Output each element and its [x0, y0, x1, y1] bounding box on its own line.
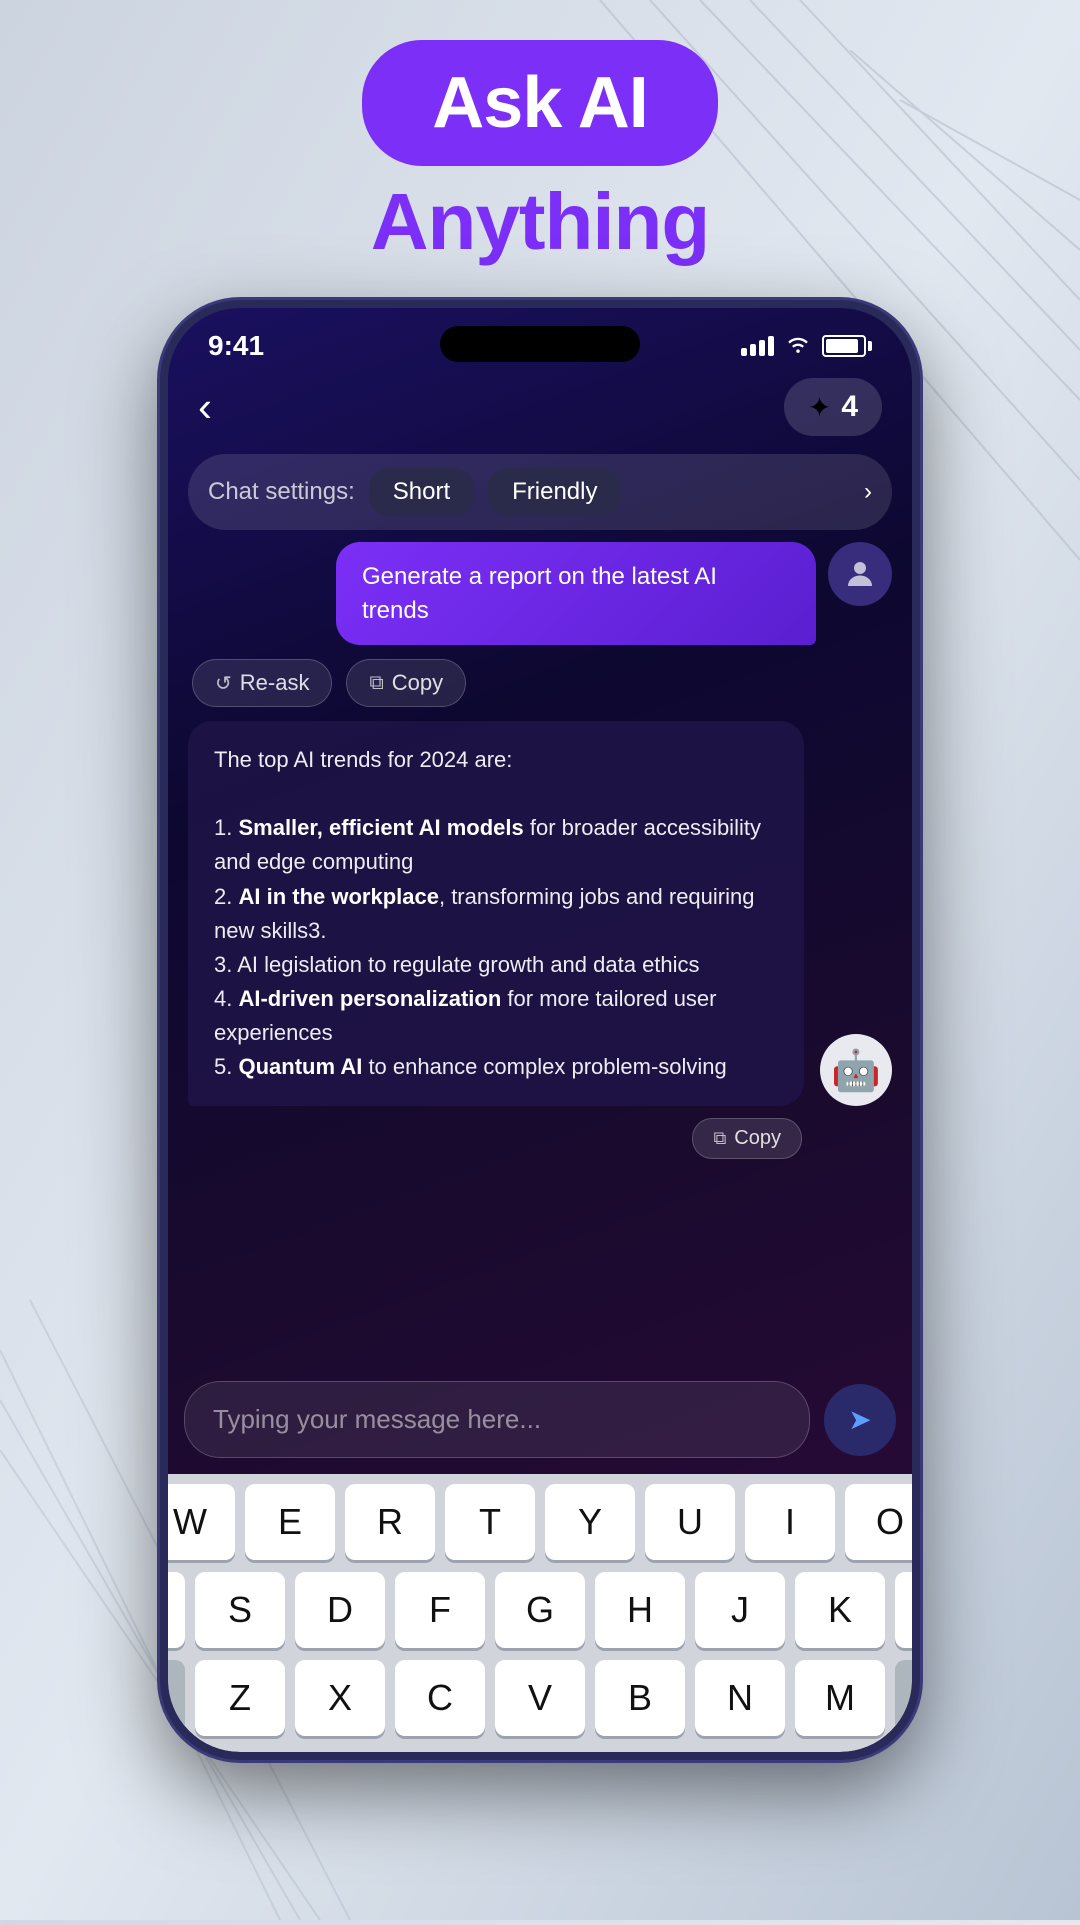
reask-button[interactable]: ↺ Re-ask	[192, 659, 332, 707]
ai-avatar-icon: 🤖	[831, 1047, 881, 1094]
key-c[interactable]: C	[395, 1660, 485, 1736]
key-r[interactable]: R	[345, 1484, 435, 1560]
key-y[interactable]: Y	[545, 1484, 635, 1560]
copy-icon: ⧉	[369, 672, 383, 695]
reask-label: Re-ask	[240, 670, 310, 696]
key-s[interactable]: S	[195, 1572, 285, 1648]
phone-screen: 9:41	[168, 308, 912, 1752]
volume-down-button	[160, 698, 166, 798]
ai-item-4: 4. AI-driven personalization for more ta…	[214, 986, 717, 1045]
chat-area: Generate a report on the latest AI trend…	[168, 542, 912, 1369]
key-w[interactable]: W	[168, 1484, 235, 1560]
key-g[interactable]: G	[495, 1572, 585, 1648]
send-icon: ➤	[848, 1403, 871, 1436]
volume-up-button	[160, 578, 166, 678]
key-h[interactable]: H	[595, 1572, 685, 1648]
key-e[interactable]: E	[245, 1484, 335, 1560]
chat-settings-label: Chat settings:	[208, 478, 355, 506]
reask-icon: ↺	[215, 671, 232, 696]
dynamic-island	[440, 326, 640, 362]
chat-settings-friendly-chip[interactable]: Friendly	[488, 468, 621, 516]
delete-key[interactable]: ⌫	[895, 1660, 912, 1736]
ai-message-row: The top AI trends for 2024 are: 1. Small…	[188, 721, 892, 1106]
ai-item-3: 3. AI legislation to regulate growth and…	[214, 952, 700, 977]
ai-item-1: 1. Smaller, efficient AI models for broa…	[214, 815, 761, 874]
key-u[interactable]: U	[645, 1484, 735, 1560]
key-a[interactable]: A	[168, 1572, 185, 1648]
nav-bar: ‹ ✦ 4	[168, 368, 912, 446]
ai-message-text: The top AI trends for 2024 are: 1. Small…	[214, 743, 778, 1084]
battery-icon	[822, 335, 872, 357]
signal-icon	[741, 336, 774, 356]
shift-key[interactable]: ⬆	[168, 1660, 185, 1736]
keyboard-row-2: A S D F G H J K L	[176, 1572, 904, 1648]
keyboard: Q W E R T Y U I O P A S D F G H J K	[168, 1474, 912, 1752]
input-placeholder: Typing your message here...	[213, 1404, 541, 1434]
user-message-row: Generate a report on the latest AI trend…	[188, 542, 892, 645]
key-z[interactable]: Z	[195, 1660, 285, 1736]
ask-ai-text: Ask AI	[432, 63, 647, 143]
ai-copy-label: Copy	[734, 1127, 781, 1150]
key-i[interactable]: I	[745, 1484, 835, 1560]
key-t[interactable]: T	[445, 1484, 535, 1560]
ai-item-2: 2. AI in the workplace, transforming job…	[214, 884, 754, 943]
keyboard-row-1: Q W E R T Y U I O P	[176, 1484, 904, 1560]
chat-settings-short-chip[interactable]: Short	[369, 468, 474, 516]
key-k[interactable]: K	[795, 1572, 885, 1648]
header: Ask AI Anything	[0, 40, 1080, 268]
phone-frame: 9:41	[160, 300, 920, 1760]
message-input[interactable]: Typing your message here...	[184, 1381, 810, 1458]
ai-copy-button[interactable]: ⧉ Copy	[692, 1118, 802, 1159]
key-j[interactable]: J	[695, 1572, 785, 1648]
copy-message-button[interactable]: ⧉ Copy	[346, 659, 466, 707]
key-d[interactable]: D	[295, 1572, 385, 1648]
status-time: 9:41	[208, 330, 264, 362]
power-button	[914, 568, 920, 728]
ai-item-5: 5. Quantum AI to enhance complex problem…	[214, 1054, 727, 1079]
chat-settings-bar[interactable]: Chat settings: Short Friendly ›	[188, 454, 892, 530]
credits-badge[interactable]: ✦ 4	[784, 378, 882, 436]
key-x[interactable]: X	[295, 1660, 385, 1736]
volume-mute-button	[160, 488, 166, 558]
key-v[interactable]: V	[495, 1660, 585, 1736]
keyboard-row-3: ⬆ Z X C V B N M ⌫	[176, 1660, 904, 1736]
action-buttons: ↺ Re-ask ⧉ Copy	[188, 659, 892, 707]
ai-avatar: 🤖	[820, 1034, 892, 1106]
wifi-icon	[784, 332, 812, 360]
chat-settings-arrow-icon[interactable]: ›	[864, 478, 872, 506]
status-icons	[741, 332, 872, 360]
key-m[interactable]: M	[795, 1660, 885, 1736]
key-l[interactable]: L	[895, 1572, 912, 1648]
ai-copy-icon: ⧉	[713, 1128, 726, 1149]
key-b[interactable]: B	[595, 1660, 685, 1736]
key-o[interactable]: O	[845, 1484, 912, 1560]
key-f[interactable]: F	[395, 1572, 485, 1648]
sparkle-icon: ✦	[808, 391, 831, 424]
input-bar: Typing your message here... ➤	[184, 1381, 896, 1458]
ai-intro: The top AI trends for 2024 are:	[214, 747, 512, 772]
ai-message-bubble: The top AI trends for 2024 are: 1. Small…	[188, 721, 804, 1106]
ask-ai-badge: Ask AI	[362, 40, 717, 166]
copy-label: Copy	[392, 670, 443, 696]
user-message-text: Generate a report on the latest AI trend…	[362, 563, 717, 624]
user-avatar	[828, 542, 892, 606]
send-button[interactable]: ➤	[824, 1384, 896, 1456]
credits-count: 4	[841, 390, 858, 424]
back-button[interactable]: ‹	[198, 386, 212, 428]
key-n[interactable]: N	[695, 1660, 785, 1736]
anything-text: Anything	[371, 176, 710, 268]
user-message-bubble: Generate a report on the latest AI trend…	[336, 542, 816, 645]
